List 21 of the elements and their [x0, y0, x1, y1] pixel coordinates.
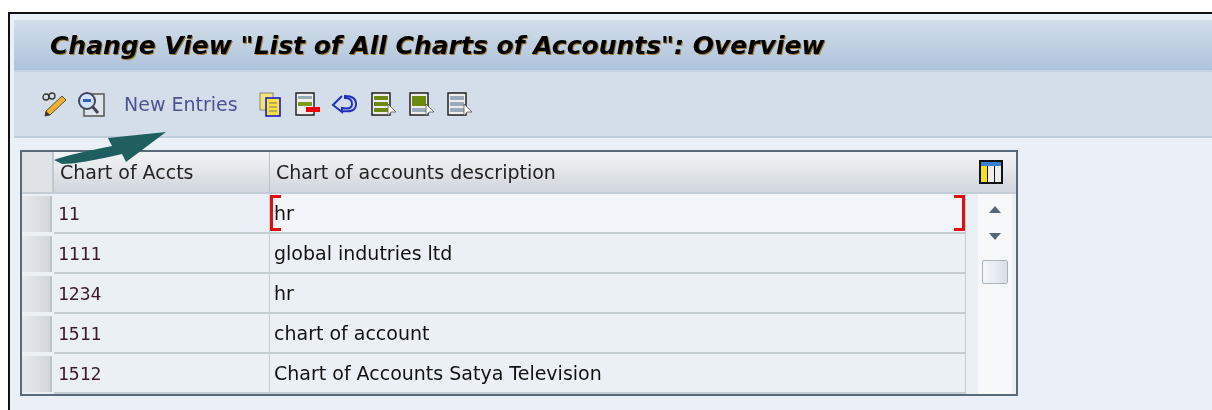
select-all-handle[interactable]: [22, 152, 54, 192]
scroll-thumb[interactable]: [982, 260, 1008, 284]
column-header[interactable]: Chart of accounts description: [270, 152, 966, 192]
scroll-down-icon[interactable]: [987, 232, 1003, 242]
window-title: Change View "List of All Charts of Accounts": Overview: [50, 30, 825, 60]
table-cell[interactable]: 1111: [54, 234, 270, 274]
table-cell[interactable]: hr: [270, 274, 966, 314]
column-settings-icon[interactable]: [978, 159, 1004, 185]
magnifier-icon[interactable]: [76, 90, 106, 118]
scrollbar[interactable]: [978, 194, 1012, 394]
table-cell[interactable]: Chart of Accounts Satya Television: [270, 354, 966, 394]
table-cell[interactable]: global indutries ltd: [270, 234, 966, 274]
table-cell[interactable]: 1512: [54, 354, 270, 394]
table-cell[interactable]: hr: [270, 194, 966, 234]
table-cell[interactable]: 1511: [54, 314, 270, 354]
table-cell[interactable]: chart of account: [270, 314, 966, 354]
table-cell[interactable]: 1234: [54, 274, 270, 314]
new-entries-link[interactable]: New Entries: [124, 93, 238, 115]
table-cell[interactable]: 11: [54, 194, 270, 234]
pencil-icon[interactable]: [40, 90, 68, 118]
scroll-up-icon[interactable]: [987, 204, 1003, 214]
